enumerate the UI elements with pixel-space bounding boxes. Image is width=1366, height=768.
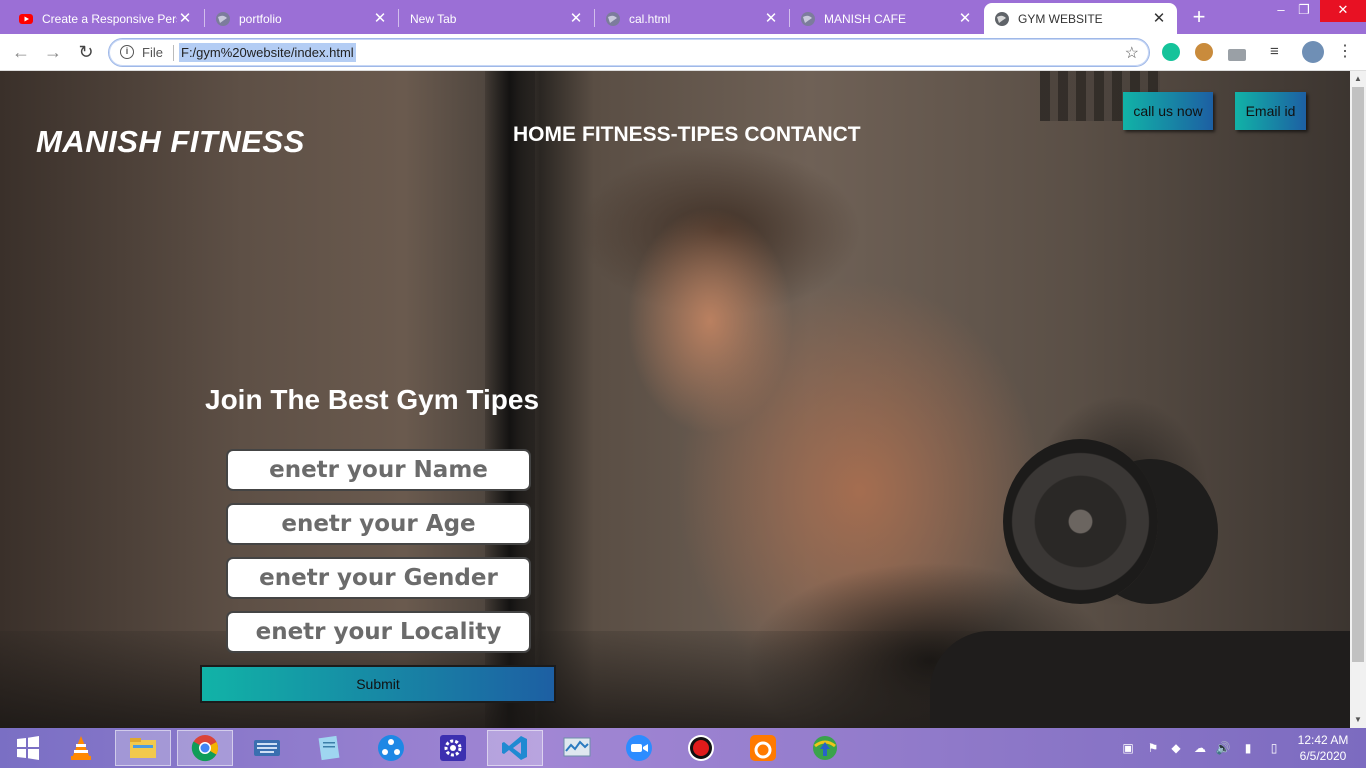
- cookie-icon[interactable]: [1195, 43, 1213, 61]
- tab-title: GYM WEBSITE: [1018, 11, 1103, 26]
- submit-button[interactable]: Submit: [200, 665, 556, 703]
- hero-athlete-shorts: [930, 631, 1350, 728]
- file-explorer-icon[interactable]: [115, 730, 171, 766]
- tab-title: MANISH CAFE: [824, 11, 907, 26]
- tab-new-tab[interactable]: New Tab ✕: [400, 3, 594, 34]
- youtube-icon: [19, 13, 33, 24]
- locality-input[interactable]: enetr your Locality: [226, 611, 531, 653]
- profile-avatar[interactable]: [1302, 41, 1324, 63]
- browser-tab-strip: Create a Responsive Pers ✕ portfolio ✕ N…: [0, 0, 1366, 34]
- close-tab-icon[interactable]: ✕: [177, 10, 193, 27]
- gender-input[interactable]: enetr your Gender: [226, 557, 531, 599]
- bookmark-star-icon[interactable]: ☆: [1125, 43, 1139, 63]
- close-tab-icon[interactable]: ✕: [957, 10, 973, 27]
- call-us-button[interactable]: call us now: [1123, 92, 1213, 130]
- chrome-icon[interactable]: [177, 730, 233, 766]
- wifi-signal-icon[interactable]: ▮: [1240, 740, 1256, 756]
- age-input[interactable]: enetr your Age: [226, 503, 531, 545]
- address-bar[interactable]: i File F:/gym%20website/index.html ☆: [108, 38, 1150, 67]
- tab-title: Create a Responsive Pers: [42, 11, 177, 26]
- tab-divider: [398, 9, 399, 27]
- tray-pdf-icon[interactable]: ▣: [1120, 740, 1136, 756]
- tab-title: cal.html: [629, 11, 671, 26]
- tab-portfolio[interactable]: portfolio ✕: [205, 3, 398, 34]
- scheme-label: File: [142, 45, 163, 60]
- restore-button[interactable]: ❐: [1287, 0, 1321, 22]
- site-nav: HOME FITNESS-TIPES CONTANCT: [513, 123, 861, 147]
- globe-icon: [995, 11, 1009, 26]
- windows-start-icon[interactable]: [0, 730, 56, 766]
- nav-home[interactable]: HOME: [513, 123, 576, 147]
- site-logo[interactable]: MANISH FITNESS: [36, 124, 305, 160]
- internet-download-manager-icon[interactable]: [797, 730, 853, 766]
- uc-browser-icon[interactable]: [735, 730, 791, 766]
- name-input[interactable]: enetr your Name: [226, 449, 531, 491]
- omnibox-divider: [173, 45, 174, 61]
- page-scrollbar[interactable]: ▲ ▼: [1350, 71, 1366, 728]
- clock-time: 12:42 AM: [1297, 733, 1349, 747]
- close-tab-icon[interactable]: ✕: [372, 10, 388, 27]
- battery-icon[interactable]: ▯: [1266, 740, 1282, 756]
- form-heading: Join The Best Gym Tipes: [205, 384, 540, 415]
- vlc-icon[interactable]: [53, 730, 109, 766]
- share-icon[interactable]: [363, 730, 419, 766]
- grammarly-icon[interactable]: [1162, 43, 1180, 61]
- dumbbell-image: [1003, 439, 1158, 604]
- tray-flag-icon[interactable]: ⚑: [1145, 740, 1161, 756]
- tab-title: New Tab: [410, 11, 457, 26]
- globe-icon: [606, 11, 620, 26]
- scroll-up-arrow-icon[interactable]: ▲: [1350, 71, 1366, 87]
- clock-date: 6/5/2020: [1299, 749, 1347, 763]
- close-tab-icon[interactable]: ✕: [1151, 10, 1167, 27]
- tab-manish-cafe[interactable]: MANISH CAFE ✕: [790, 3, 983, 34]
- metrics-icon[interactable]: [1228, 49, 1246, 61]
- forward-arrow-icon[interactable]: →: [41, 40, 65, 64]
- back-arrow-icon[interactable]: ←: [9, 40, 33, 64]
- scroll-thumb[interactable]: [1352, 87, 1364, 662]
- volume-icon[interactable]: 🔊: [1215, 740, 1231, 756]
- tab-gym-website[interactable]: GYM WEBSITE ✕: [984, 3, 1177, 34]
- url-text[interactable]: F:/gym%20website/index.html: [179, 43, 356, 62]
- tray-cloud-icon[interactable]: ☁: [1192, 740, 1208, 756]
- tab-youtube[interactable]: Create a Responsive Pers ✕: [8, 3, 203, 34]
- close-tab-icon[interactable]: ✕: [568, 10, 584, 27]
- info-icon[interactable]: i: [120, 45, 134, 59]
- taskbar-clock[interactable]: 12:42 AM 6/5/2020: [1293, 732, 1353, 764]
- browser-toolbar: ← → ↻ i File F:/gym%20website/index.html…: [0, 34, 1366, 71]
- record-icon[interactable]: [673, 730, 729, 766]
- notepad-icon[interactable]: [301, 730, 357, 766]
- keyboard-icon[interactable]: [239, 730, 295, 766]
- tray-network-app-icon[interactable]: ◆: [1168, 740, 1184, 756]
- reload-icon[interactable]: ↻: [74, 40, 98, 64]
- close-window-button[interactable]: ✕: [1320, 0, 1366, 22]
- task-manager-icon[interactable]: [549, 730, 605, 766]
- menu-kebab-icon[interactable]: ⋮: [1337, 43, 1355, 61]
- globe-icon: [216, 11, 230, 26]
- vscode-icon[interactable]: [487, 730, 543, 766]
- windows-taskbar: ▣ ⚑ ◆ ☁ 🔊 ▮ ▯ 12:42 AM 6/5/2020: [0, 728, 1366, 768]
- nav-contact[interactable]: CONTANCT: [744, 123, 860, 147]
- tab-title: portfolio: [239, 11, 282, 26]
- media-queue-icon[interactable]: ≡: [1270, 43, 1288, 61]
- zoom-icon[interactable]: [611, 730, 667, 766]
- close-tab-icon[interactable]: ✕: [763, 10, 779, 27]
- settings-icon[interactable]: [425, 730, 481, 766]
- new-tab-button[interactable]: +: [1187, 5, 1211, 29]
- tab-cal[interactable]: cal.html ✕: [595, 3, 789, 34]
- nav-fitness-tips[interactable]: FITNESS-TIPES: [582, 123, 738, 147]
- email-button[interactable]: Email id: [1235, 92, 1306, 130]
- scroll-down-arrow-icon[interactable]: ▼: [1350, 712, 1366, 728]
- page-viewport: MANISH FITNESS HOME FITNESS-TIPES CONTAN…: [0, 71, 1350, 728]
- globe-icon: [801, 11, 815, 26]
